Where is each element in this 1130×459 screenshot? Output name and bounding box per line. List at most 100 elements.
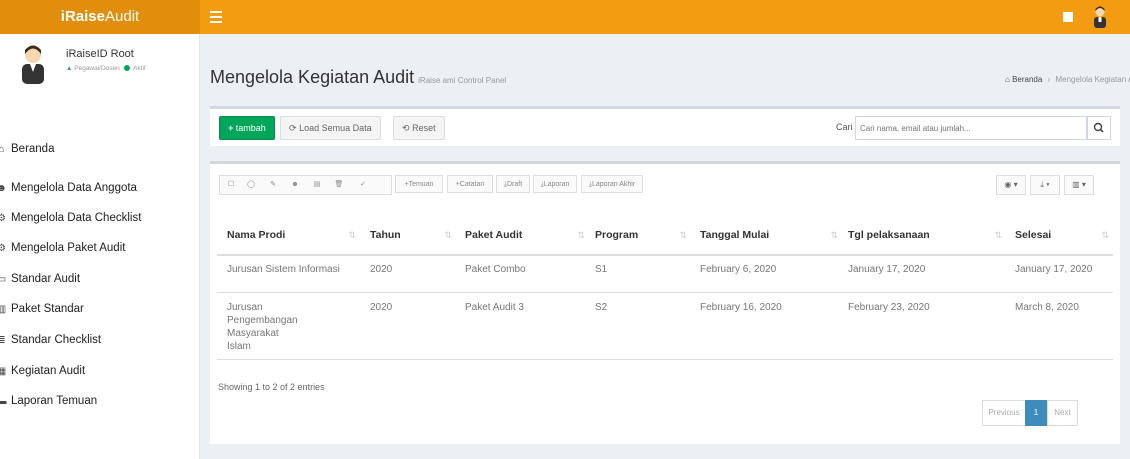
- sidebar-item-laporan-temuan[interactable]: ▬ Laporan Temuan: [0, 386, 200, 417]
- delete-icon[interactable]: 🗑: [330, 176, 348, 194]
- breadcrumb-home-label: Beranda: [1012, 75, 1043, 84]
- column-header-label: Selesai: [1015, 229, 1052, 241]
- sidebar-item-standar-audit[interactable]: ▭ Standar Audit: [0, 264, 200, 295]
- sidebar-item-mengelola-paket-audit[interactable]: ⚙ Mengelola Paket Audit: [0, 233, 200, 264]
- pagination-previous[interactable]: Previous: [982, 400, 1026, 426]
- row-divider: [217, 292, 1113, 293]
- draft-button[interactable]: ⤓Draft: [496, 175, 530, 193]
- user-panel: iRaiseID Root ▲ Pegawai/Dosen Aktif: [0, 34, 200, 96]
- cell-program: S1: [595, 264, 608, 275]
- desktop-icon: ▭: [0, 273, 7, 285]
- sidebar-toggle-icon[interactable]: [210, 11, 222, 23]
- add-catatan-button[interactable]: +Catatan: [447, 175, 493, 193]
- app-logo[interactable]: iRaiseAudit: [0, 0, 200, 34]
- column-header-label: Program: [595, 229, 639, 241]
- view-icon[interactable]: ◯: [242, 176, 260, 194]
- reset-icon: ⟲: [402, 123, 410, 133]
- logo-bold: iRaise: [60, 8, 105, 25]
- load-all-button[interactable]: ⟳ Load Semua Data: [280, 116, 381, 140]
- plus-icon: +: [228, 123, 234, 133]
- cell-nama-prodi: Jurusan Pengembangan Masyarakat Islam: [227, 302, 298, 352]
- cell-program: S2: [595, 302, 608, 313]
- columns-button[interactable]: ▥ ▾: [1064, 175, 1094, 195]
- sort-icon: ⇅: [348, 230, 356, 240]
- breadcrumb-home[interactable]: ⌂ Beranda: [1005, 75, 1042, 84]
- sort-icon: ⇅: [577, 230, 585, 240]
- sidebar-item-label: Kegiatan Audit: [11, 365, 86, 378]
- refresh-icon: ⟳: [289, 123, 297, 133]
- role-icon: ▲: [66, 65, 73, 72]
- download-icon: ⤓: [1040, 180, 1044, 189]
- action-box: + tambah ⟳ Load Semua Data ⟲ Reset Cari: [210, 106, 1120, 146]
- cell-nama-prodi: Jurusan Sistem Informasi: [227, 264, 340, 275]
- page-title-text: Mengelola Kegiatan Audit: [210, 67, 415, 87]
- add-button[interactable]: + tambah: [219, 116, 275, 140]
- column-header-nama-prodi[interactable]: Nama Prodi ⇅: [227, 216, 356, 254]
- toggle-view-button[interactable]: ◉ ▾: [996, 175, 1026, 195]
- row-divider: [217, 359, 1113, 360]
- add-button-label: tambah: [235, 123, 266, 133]
- table-box: ☐ ◯ ✎ ☻ ▤ 🗑 ✓ +Temuan +Catatan ⤓Draft ⤓L…: [210, 161, 1120, 444]
- search-button[interactable]: [1087, 116, 1111, 140]
- pagination-next[interactable]: Next: [1047, 400, 1078, 426]
- members-icon[interactable]: ☻: [286, 176, 304, 194]
- user-role: Pegawai/Dosen: [74, 65, 120, 72]
- search-label: Cari: [836, 122, 853, 132]
- select-icon[interactable]: ☐: [222, 176, 240, 194]
- cell-selesai: January 17, 2020: [1015, 264, 1093, 275]
- avatar: [22, 45, 44, 84]
- search-icon: [1093, 122, 1104, 133]
- column-header-label: Nama Prodi: [227, 229, 286, 241]
- column-header-tgl-pelaksanaan[interactable]: Tgl pelaksanaan ⇅: [848, 216, 1002, 254]
- load-all-label: Load Semua Data: [299, 123, 372, 133]
- column-header-paket-audit[interactable]: Paket Audit ⇅: [465, 216, 585, 254]
- list-icon: ≣: [0, 334, 6, 346]
- column-header-label: Paket Audit: [465, 229, 523, 241]
- column-header-tahun[interactable]: Tahun ⇅: [370, 216, 452, 254]
- bars-icon: ▬: [0, 395, 7, 407]
- sidebar: iRaiseID Root ▲ Pegawai/Dosen Aktif ⌂ Ber…: [0, 34, 200, 459]
- sidebar-item-label: Mengelola Paket Audit: [11, 242, 126, 255]
- export-button[interactable]: ⤓ ▾: [1030, 175, 1060, 195]
- laporan-button[interactable]: ⤓Laporan: [533, 175, 577, 193]
- sidebar-item-standar-checklist[interactable]: ≣ Standar Checklist: [0, 325, 200, 356]
- sidebar-item-label: Laporan Temuan: [11, 395, 98, 408]
- draft-label: Draft: [506, 181, 523, 188]
- add-temuan-button[interactable]: +Temuan: [395, 175, 443, 193]
- laporan-akhir-button[interactable]: ⤓Laporan Akhir: [581, 175, 643, 193]
- check-icon[interactable]: ✓: [354, 176, 372, 194]
- sidebar-item-mengelola-data-anggota[interactable]: ☻ Mengelola Data Anggota: [0, 173, 200, 204]
- top-navbar: iRaiseAudit: [0, 0, 1130, 34]
- page-title: Mengelola Kegiatan Audit iRaise ami Contr…: [210, 67, 506, 88]
- edit-icon[interactable]: ✎: [264, 176, 282, 194]
- column-header-selesai[interactable]: Selesai ⇅: [1015, 216, 1109, 254]
- column-header-tanggal-mulai[interactable]: Tanggal Mulai ⇅: [700, 216, 838, 254]
- laporan-label: Laporan: [543, 181, 570, 188]
- breadcrumb: ⌂ Beranda › Mengelola Kegiatan Audit: [1005, 75, 1130, 84]
- toolbar-actions: +Temuan +Catatan ⤓Draft ⤓Laporan ⤓Lapora…: [395, 175, 840, 195]
- sidebar-item-mengelola-data-checklist[interactable]: ⚙ Mengelola Data Checklist: [0, 203, 200, 234]
- online-status-icon: [123, 65, 130, 72]
- sidebar-item-kegiatan-audit[interactable]: ▦ Kegiatan Audit: [0, 356, 200, 387]
- sidebar-item-paket-standar[interactable]: ▥ Paket Standar: [0, 294, 200, 325]
- columns-icon: ▥: [1072, 180, 1080, 189]
- pagination-page-1[interactable]: 1: [1025, 400, 1047, 426]
- notification-icon[interactable]: [1063, 12, 1073, 22]
- cell-tahun: 2020: [370, 264, 393, 275]
- header-divider: [217, 254, 1113, 256]
- user-menu-icon[interactable]: [1093, 6, 1107, 28]
- cell-paket-audit: Paket Audit 3: [465, 302, 524, 313]
- user-status: ▲ Pegawai/Dosen Aktif: [66, 65, 146, 72]
- checklist-icon[interactable]: ▤: [308, 176, 326, 194]
- column-header-program[interactable]: Program ⇅: [595, 216, 687, 254]
- cell-tgl-pelaksanaan: February 23, 2020: [848, 302, 930, 313]
- reset-button[interactable]: ⟲ Reset: [393, 116, 445, 140]
- search-input[interactable]: [855, 116, 1087, 140]
- sidebar-item-beranda[interactable]: ⌂ Beranda: [0, 134, 200, 165]
- toolbar-icon-group: ☐ ◯ ✎ ☻ ▤ 🗑 ✓: [219, 175, 392, 195]
- eye-icon: ◉: [1004, 180, 1012, 189]
- sidebar-item-label: Mengelola Data Anggota: [11, 182, 137, 195]
- logo-rest: Audit: [105, 8, 140, 25]
- laporan-akhir-label: Laporan Akhir: [591, 181, 636, 188]
- breadcrumb-current: Mengelola Kegiatan Audit: [1055, 75, 1130, 84]
